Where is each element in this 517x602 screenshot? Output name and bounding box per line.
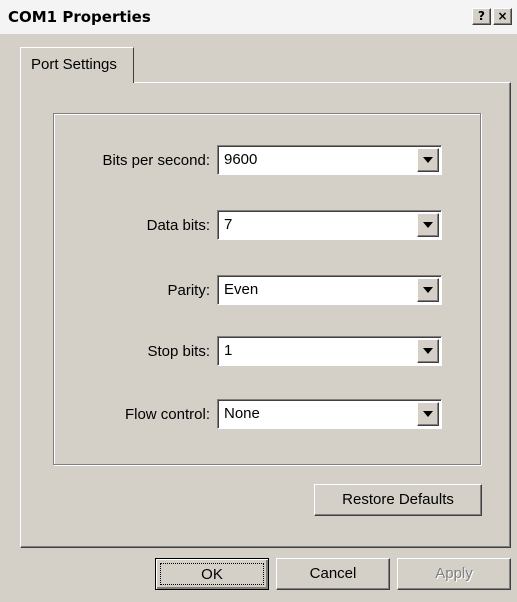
stop-bits-value: 1 bbox=[224, 342, 233, 359]
bits-per-second-label: Bits per second: bbox=[102, 152, 210, 169]
tab-label: Port Settings bbox=[31, 56, 117, 73]
flow-control-label: Flow control: bbox=[124, 406, 210, 423]
title-bar: COM1 Properties ? × bbox=[0, 0, 517, 34]
bits-per-second-value: 9600 bbox=[224, 151, 258, 168]
help-button[interactable]: ? bbox=[472, 8, 491, 25]
parity-value: Even bbox=[224, 281, 259, 298]
ok-button[interactable]: OK bbox=[155, 558, 269, 590]
restore-defaults-button[interactable]: Restore Defaults bbox=[314, 484, 482, 516]
close-button[interactable]: × bbox=[493, 8, 512, 25]
bits-per-second-select[interactable]: 9600 bbox=[217, 145, 442, 175]
flow-control-select[interactable]: None bbox=[217, 399, 442, 429]
stop-bits-select[interactable]: 1 bbox=[217, 336, 442, 366]
stop-bits-label: Stop bits: bbox=[147, 343, 210, 360]
tab-port-settings[interactable]: Port Settings bbox=[20, 47, 134, 83]
cancel-button[interactable]: Cancel bbox=[276, 558, 390, 590]
chevron-down-icon[interactable] bbox=[417, 278, 439, 302]
chevron-down-icon[interactable] bbox=[417, 339, 439, 363]
parity-select[interactable]: Even bbox=[217, 275, 442, 305]
chevron-down-icon[interactable] bbox=[417, 213, 439, 237]
data-bits-label: Data bits: bbox=[146, 217, 210, 234]
properties-dialog: COM1 Properties ? × Port Settings Bits p… bbox=[0, 0, 517, 602]
data-bits-select[interactable]: 7 bbox=[217, 210, 442, 240]
chevron-down-icon[interactable] bbox=[417, 148, 439, 172]
ok-button-label: OK bbox=[160, 563, 264, 585]
parity-label: Parity: bbox=[167, 282, 210, 299]
data-bits-value: 7 bbox=[224, 216, 233, 233]
flow-control-value: None bbox=[224, 405, 260, 422]
window-title: COM1 Properties bbox=[8, 8, 151, 26]
chevron-down-icon[interactable] bbox=[417, 402, 439, 426]
apply-button[interactable]: Apply bbox=[397, 558, 511, 590]
